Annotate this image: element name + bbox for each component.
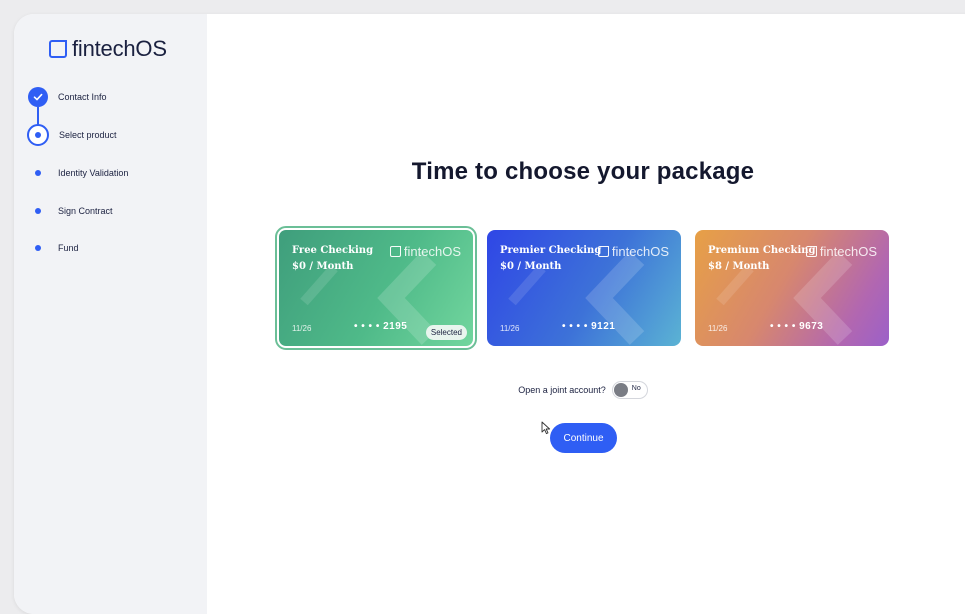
- dot-icon: [28, 238, 48, 258]
- dot-icon: [28, 163, 48, 183]
- logo-text: fintechOS: [72, 36, 167, 61]
- card-expiry: 11/26: [708, 324, 728, 333]
- card-number: • • • • 2195: [354, 321, 408, 332]
- package-card-premium-checking[interactable]: Premium Checking $8 / Month fintechOS 11…: [695, 230, 889, 346]
- step-label: Sign Contract: [58, 206, 113, 216]
- card-title: Premium Checking $8 / Month: [708, 245, 816, 272]
- joint-account-toggle[interactable]: No: [611, 381, 648, 399]
- dot-icon: [28, 201, 48, 221]
- card-title: Premier Checking $0 / Month: [500, 245, 602, 272]
- brand-logo[interactable]: fintechOS: [49, 36, 167, 62]
- step-label: Contact Info: [58, 92, 107, 102]
- step-sign-contract[interactable]: Sign Contract: [28, 201, 203, 221]
- logo-mark-icon: [805, 246, 817, 257]
- step-label: Select product: [59, 130, 117, 140]
- logo-mark-icon: [597, 246, 609, 257]
- joint-account-label: Open a joint account?: [518, 385, 606, 395]
- card-brand: fintechOS: [805, 244, 877, 259]
- logo-mark-icon: [49, 40, 67, 58]
- step-connector: [37, 107, 39, 125]
- card-title: Free Checking $0 / Month: [292, 245, 374, 272]
- mouse-cursor-icon: [541, 421, 551, 435]
- card-expiry: 11/26: [500, 324, 520, 333]
- selected-badge: Selected: [425, 325, 467, 340]
- check-icon: [28, 87, 48, 107]
- page-title: Time to choose your package: [411, 158, 755, 185]
- package-card-premier-checking[interactable]: Premier Checking $0 / Month fintechOS 11…: [487, 230, 681, 346]
- card-number: • • • • 9673: [770, 321, 824, 332]
- step-fund[interactable]: Fund: [28, 238, 203, 258]
- joint-account-row: Open a joint account? No: [207, 381, 959, 399]
- toggle-knob: [613, 383, 628, 397]
- package-card-free-checking[interactable]: Free Checking $0 / Month fintechOS 11/26…: [275, 226, 477, 350]
- step-label: Identity Validation: [58, 168, 129, 178]
- logo-mark-icon: [389, 246, 401, 257]
- sidebar: fintechOS Contact Info Select product Id…: [14, 14, 207, 614]
- app-window: fintechOS Contact Info Select product Id…: [14, 14, 965, 614]
- toggle-value: No: [631, 385, 641, 392]
- card-brand: fintechOS: [389, 244, 461, 259]
- step-select-product[interactable]: Select product: [27, 124, 203, 146]
- step-label: Fund: [58, 243, 79, 253]
- continue-button[interactable]: Continue: [550, 423, 617, 453]
- current-step-icon: [27, 124, 49, 146]
- card-brand: fintechOS: [597, 244, 669, 259]
- card-number: • • • • 9121: [562, 321, 616, 332]
- main-content: Time to choose your package Free Checkin…: [207, 14, 965, 614]
- step-contact-info[interactable]: Contact Info: [28, 87, 203, 107]
- card-expiry: 11/26: [292, 324, 312, 333]
- step-identity-validation[interactable]: Identity Validation: [28, 163, 203, 183]
